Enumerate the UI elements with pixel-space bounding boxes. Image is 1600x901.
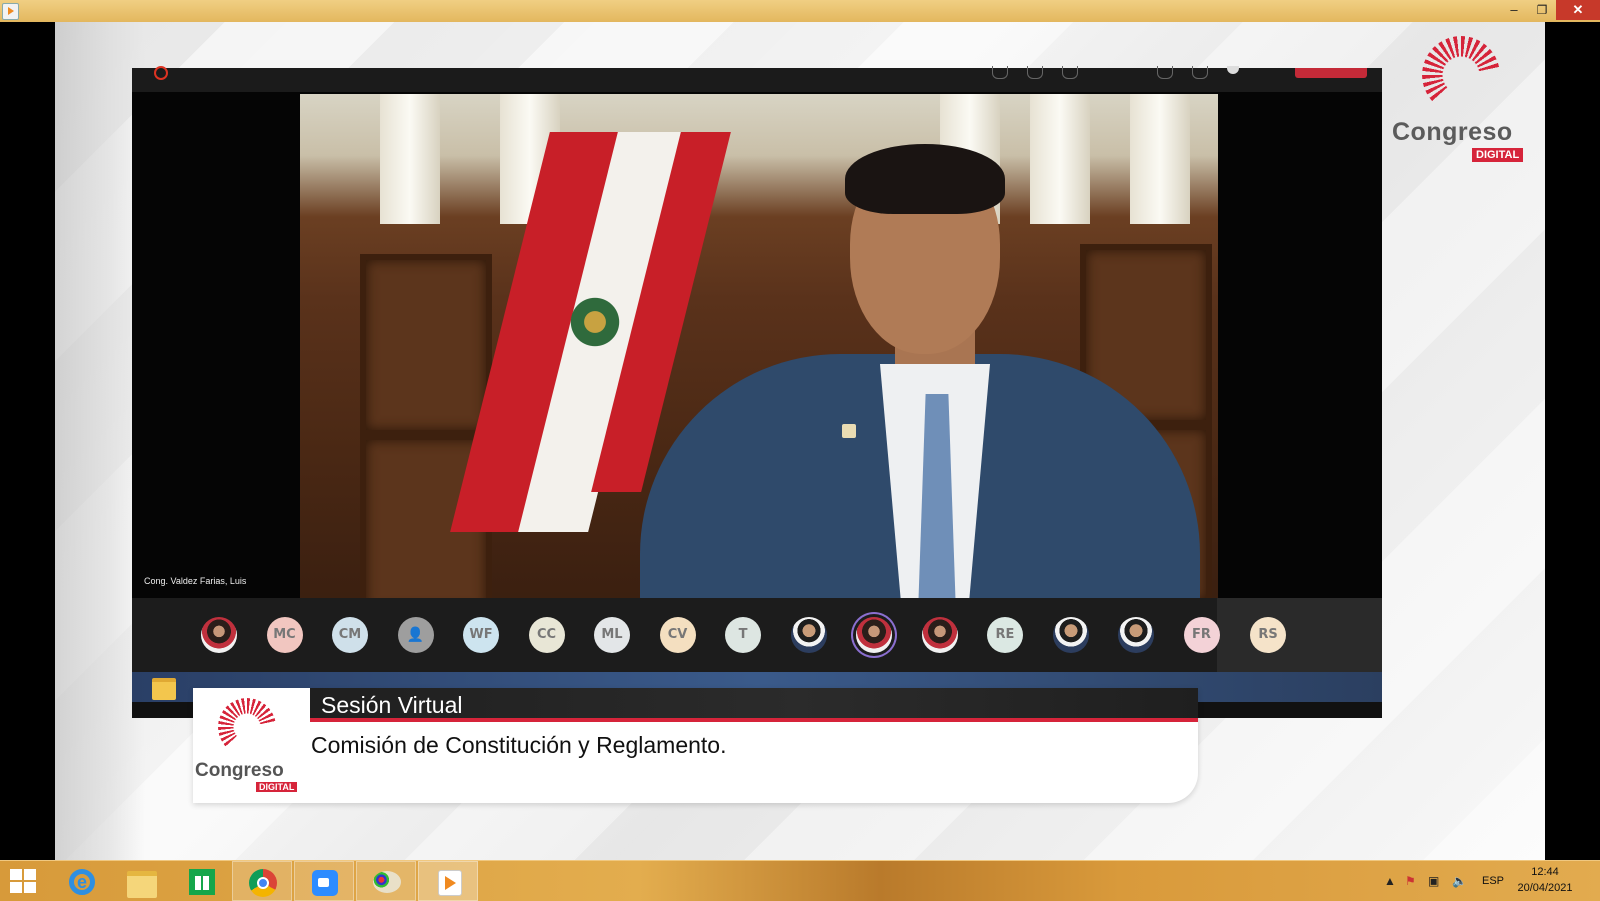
logo-badge: DIGITAL (1472, 148, 1524, 162)
clock-time: 12:44 (1531, 866, 1559, 878)
participant-avatar[interactable]: CV (659, 617, 696, 653)
minimize-button[interactable]: – (1500, 0, 1528, 20)
taskbar-zoom[interactable] (294, 861, 354, 901)
paint-icon (373, 871, 401, 893)
participant-avatar[interactable] (397, 617, 434, 653)
toolbar-icon[interactable] (1227, 66, 1239, 74)
participant-avatar[interactable]: FR (1183, 617, 1220, 653)
session-title: Sesión Virtual (321, 692, 463, 718)
taskbar-internet-explorer[interactable]: e (52, 861, 112, 901)
video-conference-window: Cong. Valdez Farias, Luis MC CM WF CC ML CV T R… (132, 66, 1382, 718)
meeting-top-bar (132, 66, 1382, 92)
clock-date: 20/04/2021 (1517, 882, 1573, 894)
logo-word: Congreso (1392, 118, 1513, 146)
action-center-flag-icon[interactable]: ⚑ (1405, 861, 1416, 901)
taskbar-media-player[interactable] (418, 861, 478, 901)
letterbox-right (1545, 22, 1600, 860)
toolbar-icon[interactable] (1157, 66, 1173, 79)
windows-taskbar: e ▲ ⚑ ▣ 🔈 ESP 12:44 20/04/2021 (0, 860, 1600, 901)
speaker-name-tag: Cong. Valdez Farias, Luis (144, 576, 247, 586)
participant-avatar[interactable]: CM (332, 617, 368, 653)
participant-avatar[interactable]: CC (528, 617, 565, 653)
toolbar-icon[interactable] (1062, 66, 1078, 79)
participant-avatar[interactable]: T (725, 617, 761, 653)
wood-panel (360, 254, 492, 436)
show-hidden-icons-icon[interactable]: ▲ (1384, 861, 1396, 901)
start-button[interactable] (0, 861, 60, 901)
logo-badge: DIGITAL (256, 782, 298, 792)
window-title-bar: – ❐ ✕ (0, 0, 1600, 23)
participant-avatar[interactable]: RS (1250, 617, 1286, 653)
participant-avatar[interactable] (856, 617, 892, 653)
speaker-person (640, 124, 1200, 606)
lapel-pin-icon (842, 424, 856, 438)
file-explorer-icon (127, 871, 157, 898)
participant-avatar[interactable]: RE (987, 617, 1023, 653)
logo-arc-icon (1422, 36, 1500, 114)
logo-word: Congreso (195, 760, 284, 781)
participant-avatar[interactable] (1118, 617, 1154, 653)
windows-logo-icon (10, 869, 36, 893)
toolbar-icon[interactable] (1192, 66, 1208, 79)
speaker-video (300, 94, 1218, 606)
participant-avatar[interactable]: ML (594, 617, 630, 653)
congreso-digital-logo: Congreso DIGITAL (1388, 36, 1538, 166)
leave-button[interactable] (1295, 68, 1367, 78)
commission-name: Comisión de Constitución y Reglamento. (311, 732, 727, 758)
zoom-icon (312, 870, 338, 896)
media-player-app-icon (2, 3, 19, 20)
logo-arc-icon (218, 698, 276, 756)
coat-of-arms-icon (560, 282, 630, 362)
toolbar-icon[interactable] (1027, 66, 1043, 79)
lower-third-banner: Congreso DIGITAL Sesión Virtual Comisión… (193, 688, 1198, 803)
participant-strip-overflow (1217, 598, 1382, 672)
volume-icon[interactable]: 🔈 (1452, 861, 1467, 901)
taskbar-store[interactable] (172, 861, 232, 901)
participant-avatar[interactable] (921, 617, 958, 653)
taskbar-paint[interactable] (356, 861, 416, 901)
taskbar-file-explorer[interactable] (112, 861, 172, 901)
close-button[interactable]: ✕ (1556, 0, 1600, 20)
participant-avatar[interactable]: MC (266, 617, 303, 653)
participant-avatar[interactable] (790, 617, 827, 653)
background-column (380, 94, 440, 224)
maximize-button[interactable]: ❐ (1528, 0, 1556, 20)
letterbox-left (0, 22, 55, 860)
chrome-icon (249, 869, 277, 897)
internet-explorer-icon: e (69, 869, 95, 895)
network-icon[interactable]: ▣ (1428, 861, 1439, 901)
participant-avatar[interactable] (201, 617, 237, 653)
media-player-icon (438, 870, 462, 896)
folder-icon[interactable] (152, 678, 176, 700)
participant-avatar[interactable] (1052, 617, 1089, 653)
recording-icon (154, 66, 168, 80)
participant-avatar[interactable]: WF (463, 617, 499, 653)
toolbar-icon[interactable] (992, 66, 1008, 79)
taskbar-chrome[interactable] (232, 861, 292, 901)
lower-third-logo: Congreso DIGITAL (193, 688, 310, 803)
system-clock[interactable]: 12:44 20/04/2021 (1500, 864, 1590, 896)
store-icon (189, 869, 215, 895)
